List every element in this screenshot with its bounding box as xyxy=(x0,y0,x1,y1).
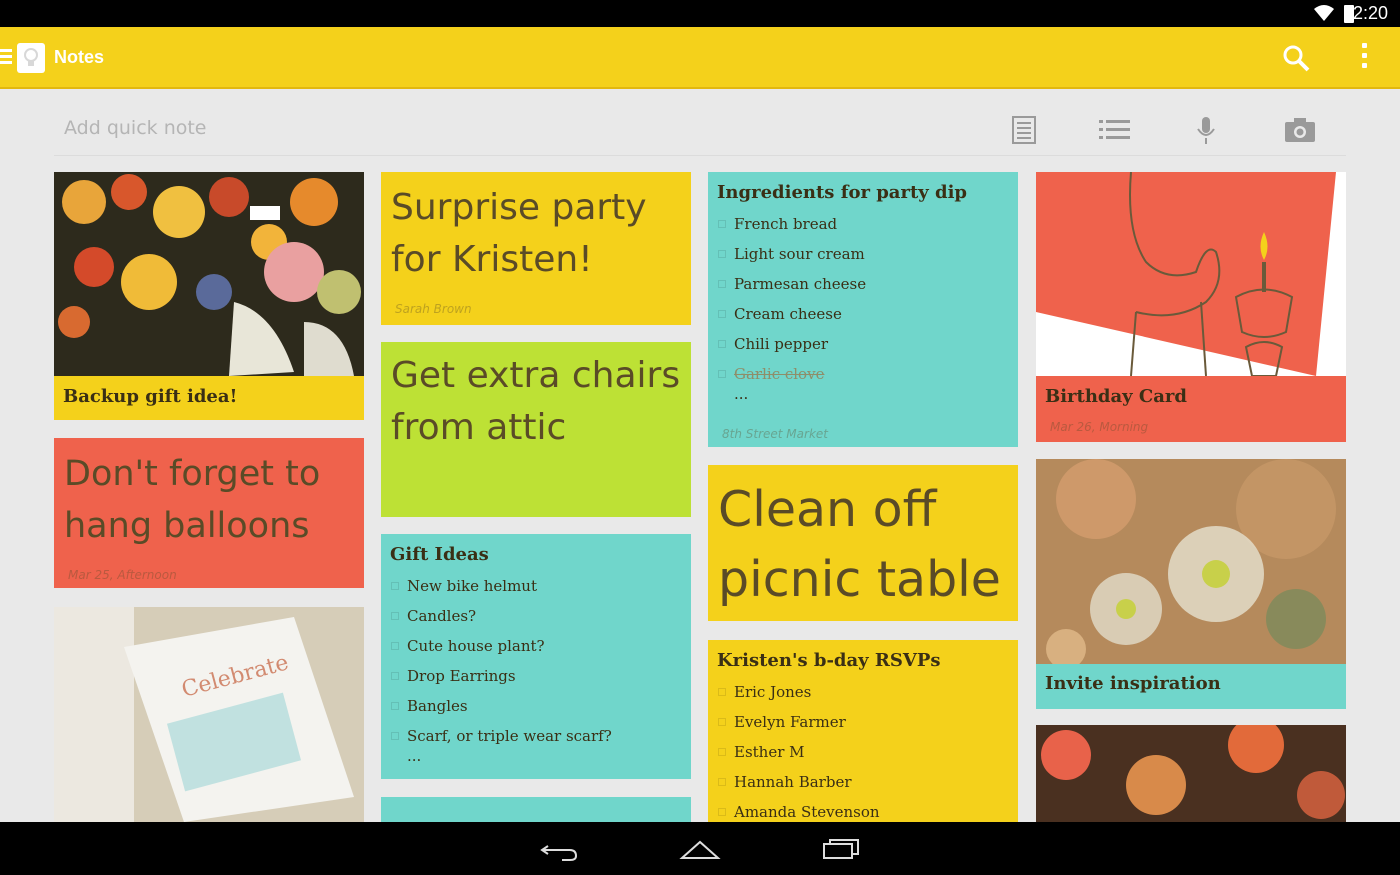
list-item[interactable]: Esther M xyxy=(718,737,1018,767)
note-card-backup-gift[interactable]: Backup gift idea! xyxy=(54,172,364,420)
quick-note-bar xyxy=(54,104,1346,156)
list-item-checked[interactable]: Garlic clove xyxy=(718,359,1018,389)
status-bar: 2:20 xyxy=(0,0,1400,27)
list-item[interactable]: Hannah Barber xyxy=(718,767,1018,797)
note-card-gift-ideas[interactable]: Gift Ideas New bike helmut Candles? Cute… xyxy=(381,534,691,779)
checklist: New bike helmut Candles? Cute house plan… xyxy=(381,571,691,769)
list-more: ... xyxy=(407,747,422,765)
action-bar: Notes xyxy=(0,27,1400,89)
note-title: Ingredients for party dip xyxy=(717,182,967,203)
app-title: Notes xyxy=(54,47,105,67)
new-list-note-button[interactable] xyxy=(1096,112,1132,148)
note-title: Kristen's b-day RSVPs xyxy=(717,650,941,671)
note-card-party-dip[interactable]: Ingredients for party dip French bread L… xyxy=(708,172,1018,447)
note-title: Backup gift idea! xyxy=(63,386,238,407)
note-title: Birthday Card xyxy=(1045,386,1187,407)
home-button[interactable] xyxy=(678,834,722,864)
wifi-icon xyxy=(1314,5,1334,21)
drawing-image xyxy=(1036,172,1346,376)
text-note-icon xyxy=(1012,116,1036,144)
list-item[interactable]: Cute house plant? xyxy=(391,631,691,661)
camera-icon xyxy=(1285,118,1315,142)
check-icon xyxy=(718,370,726,378)
recent-apps-button[interactable] xyxy=(818,834,862,864)
note-card-invite-inspiration[interactable]: Invite inspiration xyxy=(1036,459,1346,709)
note-card-extra-chairs[interactable]: Get extra chairs from attic xyxy=(381,342,691,517)
note-text: Clean off picnic table xyxy=(718,481,1001,608)
list-item[interactable]: Candles? xyxy=(391,601,691,631)
system-nav-bar xyxy=(0,822,1400,875)
app-logo-icon[interactable] xyxy=(17,43,45,73)
voice-note-button[interactable] xyxy=(1188,112,1224,148)
list-item[interactable]: Eric Jones xyxy=(718,677,1018,707)
list-item[interactable]: Chili pepper xyxy=(718,329,1018,359)
photo-note-button[interactable] xyxy=(1282,112,1318,148)
checklist: Eric Jones Evelyn Farmer Esther M Hannah… xyxy=(708,677,1018,827)
note-meta: Sarah Brown xyxy=(395,302,472,316)
recent-apps-icon xyxy=(823,839,859,859)
note-title: Invite inspiration xyxy=(1045,673,1221,694)
search-icon xyxy=(1283,45,1310,72)
back-button[interactable] xyxy=(538,834,582,864)
note-card-card-photo[interactable]: Celebrate xyxy=(54,607,364,822)
list-item[interactable]: Light sour cream xyxy=(718,239,1018,269)
list-item[interactable]: French bread xyxy=(718,209,1018,239)
note-text: Don't forget to hang balloons xyxy=(64,454,321,546)
reminder-meta: Mar 25, Afternoon xyxy=(68,568,177,582)
search-button[interactable] xyxy=(1280,42,1312,74)
note-card-clean-off[interactable]: Clean off picnic table xyxy=(708,465,1018,621)
microphone-icon xyxy=(1197,117,1215,144)
reminder-meta: Mar 26, Morning xyxy=(1050,420,1149,434)
note-card-birthday-card[interactable]: Birthday Card Mar 26, Morning xyxy=(1036,172,1346,442)
flowers-photo xyxy=(54,172,364,376)
list-item[interactable]: New bike helmut xyxy=(391,571,691,601)
note-card-dont-forget[interactable]: Don't forget to hang balloons Mar 25, Af… xyxy=(54,438,364,588)
note-card-surprise-party[interactable]: Surprise party for Kristen! Sarah Brown xyxy=(381,172,691,325)
partial-photo xyxy=(1036,725,1346,822)
greeting-card-photo: Celebrate xyxy=(54,607,364,822)
list-item[interactable]: Drop Earrings xyxy=(391,661,691,691)
note-title: Gift Ideas xyxy=(390,544,489,565)
back-icon xyxy=(540,845,578,861)
list-item[interactable]: Scarf, or triple wear scarf? xyxy=(391,721,691,751)
new-text-note-button[interactable] xyxy=(1006,112,1042,148)
floral-photo xyxy=(1036,459,1346,664)
overflow-menu-button[interactable] xyxy=(1356,43,1372,73)
list-item[interactable]: Cream cheese xyxy=(718,299,1018,329)
list-item[interactable]: Evelyn Farmer xyxy=(718,707,1018,737)
location-meta: 8th Street Market xyxy=(722,427,828,441)
status-clock: 2:20 xyxy=(1352,3,1388,23)
list-icon xyxy=(1099,120,1130,139)
drawer-menu-icon[interactable] xyxy=(0,49,12,65)
checklist: French bread Light sour cream Parmesan c… xyxy=(708,209,1018,407)
note-text: Surprise party for Kristen! xyxy=(391,187,647,280)
note-text: Get extra chairs from attic xyxy=(391,355,681,448)
list-more: ... xyxy=(734,385,749,403)
list-item[interactable]: Bangles xyxy=(391,691,691,721)
list-item[interactable]: Parmesan cheese xyxy=(718,269,1018,299)
note-card-rsvps[interactable]: Kristen's b-day RSVPs Eric Jones Evelyn … xyxy=(708,640,1018,830)
home-icon xyxy=(679,840,721,859)
note-card-partial-photo[interactable] xyxy=(1036,725,1346,822)
quick-note-input[interactable] xyxy=(54,110,954,146)
